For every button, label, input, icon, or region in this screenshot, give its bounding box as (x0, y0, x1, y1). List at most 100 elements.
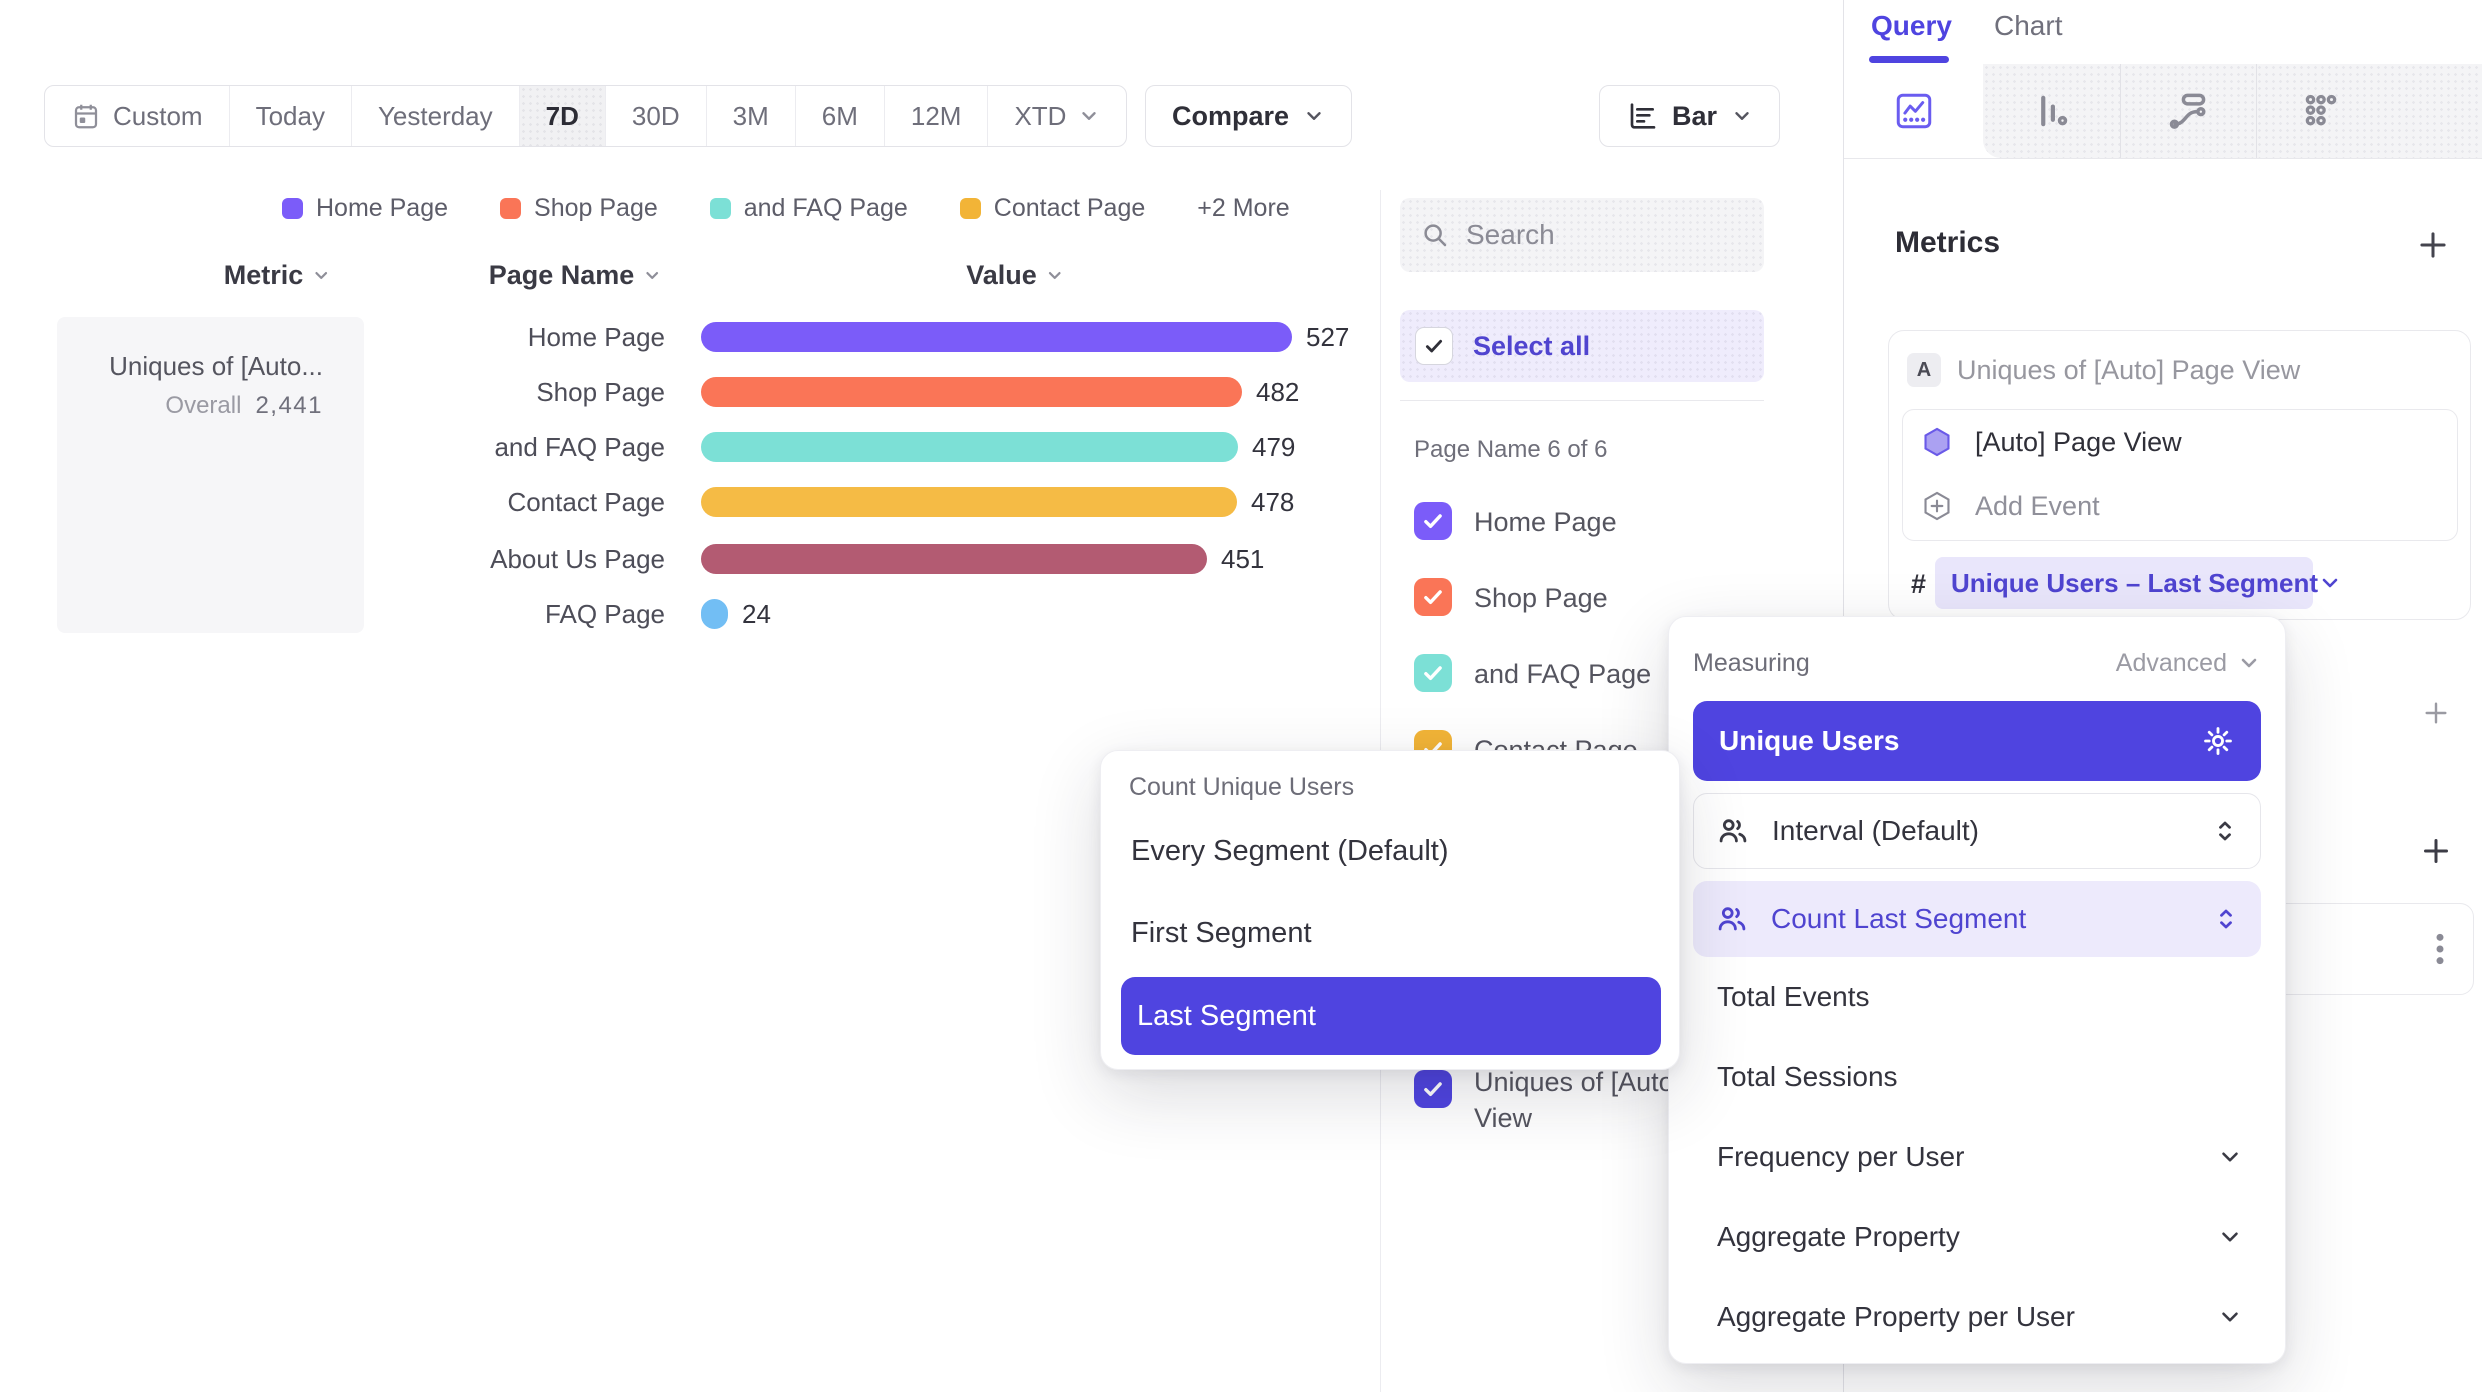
filter-group-label: Page Name 6 of 6 (1414, 436, 1607, 464)
advanced-toggle[interactable]: Advanced (2116, 649, 2261, 678)
count-last-segment-row[interactable]: Count Last Segment (1693, 881, 2261, 957)
row-value: 24 (742, 599, 771, 630)
menu-item-last-segment-selected[interactable]: Last Segment (1121, 977, 1661, 1055)
people-icon (1715, 902, 1749, 936)
range-30d-button[interactable]: 30D (606, 86, 707, 146)
menu-item-aggregate-property[interactable]: Aggregate Property (1693, 1197, 2261, 1277)
bar-and-faq-page[interactable] (701, 432, 1238, 462)
up-down-chevrons-icon (2213, 906, 2239, 932)
range-7d-button[interactable]: 7D (520, 86, 606, 146)
menu-item-frequency-per-user[interactable]: Frequency per User (1693, 1117, 2261, 1197)
search-input[interactable] (1466, 219, 1716, 251)
table-row: Home Page 527 (60, 309, 1390, 365)
filter-item-shop-page[interactable]: Shop Page (1414, 578, 1774, 616)
tab-chart[interactable]: Chart (1994, 10, 2062, 42)
add-filter-button[interactable] (2420, 697, 2452, 729)
compare-button[interactable]: Compare (1145, 85, 1352, 147)
event-hexagon-icon (1921, 426, 1953, 458)
chevron-down-icon (2217, 1144, 2243, 1170)
table-row: and FAQ Page 479 (60, 419, 1390, 475)
tab-query[interactable]: Query (1871, 10, 1952, 42)
chevron-down-icon (1045, 266, 1064, 285)
chevron-down-icon (2318, 571, 2342, 595)
range-xtd-button[interactable]: XTD (988, 86, 1126, 146)
range-label: Today (256, 101, 325, 132)
menu-item-label: Total Sessions (1717, 1061, 1898, 1093)
add-event-label: Add Event (1975, 491, 2100, 522)
select-all-checkbox[interactable] (1415, 327, 1453, 365)
legend-more-label: +2 More (1197, 194, 1289, 223)
row-value: 451 (1221, 544, 1264, 575)
tab-bar-view[interactable] (1983, 64, 2120, 158)
kebab-menu-icon[interactable] (2427, 929, 2453, 969)
metric-letter-badge[interactable]: A (1907, 353, 1941, 387)
count-option-label: Count Last Segment (1771, 903, 2191, 935)
range-12m-button[interactable]: 12M (885, 86, 989, 146)
bar-shop-page[interactable] (701, 377, 1242, 407)
column-header-page-name[interactable]: Page Name (489, 260, 662, 291)
legend-more[interactable]: +2 More (1197, 194, 1289, 223)
menu-item-total-events[interactable]: Total Events (1693, 957, 2261, 1037)
tab-flows[interactable] (2120, 64, 2256, 158)
range-yesterday-button[interactable]: Yesterday (352, 86, 520, 146)
menu-item-aggregate-property-per-user[interactable]: Aggregate Property per User (1693, 1277, 2261, 1357)
range-custom-button[interactable]: Custom (45, 86, 230, 146)
add-metric-button[interactable] (2414, 226, 2452, 264)
event-row[interactable]: [Auto] Page View (1921, 426, 2182, 458)
selected-option-label: Unique Users (1719, 725, 1900, 757)
checkbox-checked[interactable] (1414, 502, 1452, 540)
range-label: 30D (632, 101, 680, 132)
column-header-value[interactable]: Value (966, 260, 1064, 291)
table-row: Contact Page 478 (60, 474, 1390, 530)
table-row: About Us Page 451 (60, 531, 1390, 587)
row-value: 478 (1251, 487, 1294, 518)
compare-label: Compare (1172, 101, 1289, 132)
filter-item-home-page[interactable]: Home Page (1414, 502, 1774, 540)
legend-item[interactable]: and FAQ Page (710, 194, 908, 223)
range-6m-button[interactable]: 6M (796, 86, 885, 146)
interval-option-row[interactable]: Interval (Default) (1693, 793, 2261, 869)
menu-item-every-segment[interactable]: Every Segment (Default) (1131, 829, 1449, 873)
filter-item-label: Shop Page (1474, 578, 1774, 616)
legend-item[interactable]: Contact Page (960, 194, 1146, 223)
event-card: [Auto] Page View Add Event (1902, 409, 2458, 541)
row-category-label: Shop Page (60, 377, 665, 408)
checkbox-checked[interactable] (1414, 578, 1452, 616)
measuring-title: Measuring (1693, 649, 1810, 678)
menu-item-total-sessions[interactable]: Total Sessions (1693, 1037, 2261, 1117)
legend-label: and FAQ Page (744, 194, 908, 223)
column-header-metric[interactable]: Metric (224, 260, 331, 291)
chevron-down-icon (2217, 1304, 2243, 1330)
range-label: 3M (733, 101, 769, 132)
chevron-down-icon (1731, 105, 1753, 127)
row-value: 527 (1306, 322, 1349, 353)
legend-item[interactable]: Shop Page (500, 194, 658, 223)
menu-item-first-segment[interactable]: First Segment (1131, 911, 1312, 955)
add-event-hexagon-icon (1921, 490, 1953, 522)
range-today-button[interactable]: Today (230, 86, 352, 146)
range-label: 6M (822, 101, 858, 132)
range-3m-button[interactable]: 3M (707, 86, 796, 146)
chevron-down-icon (2217, 1224, 2243, 1250)
legend-swatch (282, 198, 303, 219)
tab-retention[interactable] (2256, 64, 2482, 158)
bar-home-page[interactable] (701, 322, 1292, 352)
tab-insights[interactable] (1844, 64, 1983, 158)
measurement-pill[interactable]: Unique Users – Last Segment (1935, 557, 2313, 609)
checkbox-checked[interactable] (1414, 1070, 1452, 1108)
bar-contact-page[interactable] (701, 487, 1237, 517)
chart-type-select[interactable]: Bar (1599, 85, 1780, 147)
table-row: FAQ Page 24 (60, 586, 1390, 642)
search-box[interactable] (1400, 198, 1764, 272)
legend-label: Shop Page (534, 194, 658, 223)
bar-faq-page[interactable] (701, 599, 728, 629)
menu-item-unique-users-selected[interactable]: Unique Users (1693, 701, 2261, 781)
checkbox-checked[interactable] (1414, 654, 1452, 692)
select-all-row[interactable]: Select all (1400, 310, 1764, 382)
row-category-label: About Us Page (60, 544, 665, 575)
gear-icon[interactable] (2201, 724, 2235, 758)
legend-item[interactable]: Home Page (282, 194, 448, 223)
bar-about-us-page[interactable] (701, 544, 1207, 574)
add-event-row[interactable]: Add Event (1921, 490, 2100, 522)
add-breakdown-button[interactable] (2418, 833, 2454, 869)
